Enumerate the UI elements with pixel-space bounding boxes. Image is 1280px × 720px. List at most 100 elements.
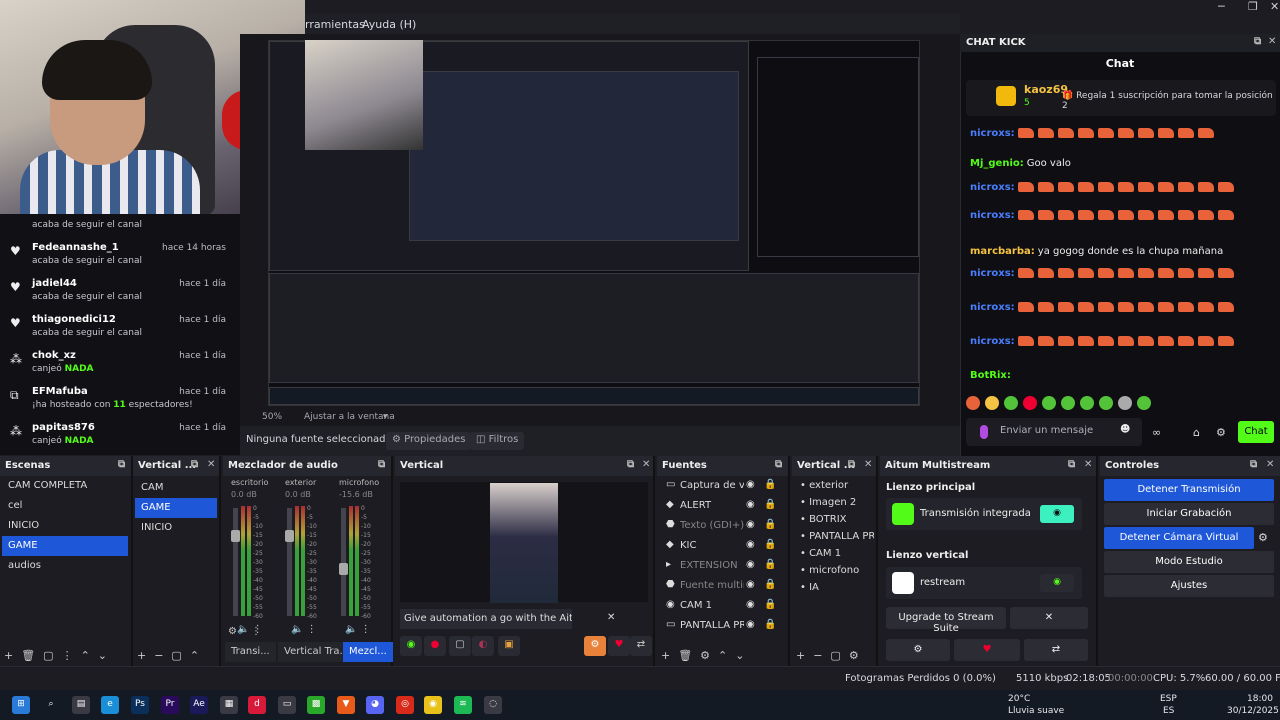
source-item[interactable]: ▸ EXTENSION ◉ 🔒 [664,556,784,576]
lock-icon[interactable]: 🔒 [764,559,776,570]
store-icon[interactable]: ⌂ [1193,426,1200,439]
properties-button[interactable]: ⚙ Propiedades [386,432,472,450]
lock-icon[interactable]: 🔒 [764,519,776,530]
source-item[interactable]: ◆ KIC ◉ 🔒 [664,536,784,556]
chat-username[interactable]: Mj_genio: [970,158,1024,169]
stop-icon[interactable]: ▢ [449,636,471,656]
virtualcam-icon[interactable]: ▣ [498,636,520,656]
edge-icon[interactable]: e [101,696,119,714]
replay-icon[interactable]: ◐ [472,636,494,656]
chat-username[interactable]: nicroxs: [970,336,1015,347]
scene-item[interactable]: audios [2,556,128,576]
chevron-down-icon[interactable]: ▾ [383,412,388,422]
photoshop-icon[interactable]: Ps [131,696,149,714]
chat-username[interactable]: nicroxs: [970,268,1015,279]
eye-icon[interactable]: ◉ [746,579,755,590]
app-icon[interactable]: ▭ [278,696,296,714]
fit-select[interactable]: Ajustar a la ventana [304,412,395,422]
zoom-level[interactable]: 50% [262,412,282,422]
close-icon[interactable]: ✕ [1084,459,1092,470]
aitum-heart-icon[interactable]: ♥ [954,639,1020,661]
banner-close-icon[interactable]: ✕ [607,612,615,623]
source-item[interactable]: ◆ ALERT ◉ 🔒 [664,496,784,516]
chat-username[interactable]: nicroxs: [970,210,1015,221]
mic-icon[interactable] [980,425,988,439]
heart-icon[interactable]: ♥ [608,636,630,656]
scenes-toolbar[interactable]: +🗑▢⋮⌃⌄ [4,649,115,662]
source-item[interactable]: ⬣ Texto (GDI+) ◉ 🔒 [664,516,784,536]
vertical-stream-toggle[interactable]: ◉ [1040,574,1074,592]
lock-icon[interactable]: 🔒 [764,619,776,630]
source-item[interactable]: ▭ PANTALLA PRIN◉ 🔒 [664,616,784,636]
chat-username[interactable]: BotRix: [970,370,1011,381]
brave-icon[interactable]: ▼ [337,696,355,714]
virtualcam-settings-icon[interactable]: ⚙ [1258,531,1268,544]
feed-user[interactable]: Fedeannashe_1 [32,242,119,253]
lock-icon[interactable]: 🔒 [764,479,776,490]
emote-bar[interactable] [966,396,1266,412]
eye-icon[interactable]: ◉ [746,479,755,490]
lock-icon[interactable]: 🔒 [764,599,776,610]
windows-start-icon[interactable]: ⊞ [12,696,30,714]
close-icon[interactable]: ✕ [864,459,872,470]
feed-user[interactable]: papitas876 [32,422,95,433]
fader-knob[interactable] [231,530,240,542]
search-icon[interactable]: ⌕ [42,696,60,714]
vertical-source-item[interactable]: • IA [794,578,874,598]
menu-ayuda[interactable]: Ayuda (H) [362,18,416,31]
vertical-scene-item[interactable]: GAME [135,498,217,518]
lang-primary[interactable]: ESP [1160,694,1177,704]
undock-icon[interactable]: ⧉ [775,459,782,470]
close-button[interactable]: ✕ [1270,0,1279,13]
close-icon[interactable]: ✕ [642,459,650,470]
undock-icon[interactable]: ⧉ [378,459,385,470]
control-button[interactable]: Iniciar Grabación [1104,503,1274,525]
scene-item[interactable]: cel [2,496,128,516]
volume-fader[interactable] [341,508,346,616]
mixer-tab[interactable]: Mezcl... [343,642,393,662]
chrome-icon[interactable]: ◉ [424,696,442,714]
files-icon[interactable]: ▤ [72,696,90,714]
feed-user[interactable]: thiagonedici12 [32,314,116,325]
upgrade-close-icon[interactable]: ✕ [1010,607,1088,629]
chat-username[interactable]: marcbarba: [970,246,1035,257]
volume-fader[interactable] [233,508,238,616]
menu-herramientas[interactable]: rramientas [305,18,365,31]
vertical-preview[interactable] [490,483,558,603]
chat-username[interactable]: nicroxs: [970,302,1015,313]
settings-icon[interactable]: ⚙ [1216,426,1226,439]
undock-icon[interactable]: ⧉ [1250,459,1257,470]
control-button[interactable]: Detener Cámara Virtual [1104,527,1254,549]
speaker-icon[interactable]: 🔈 ⋮ [345,624,371,635]
source-item[interactable]: ▭ Captura de ven◉ 🔒 [664,476,784,496]
mixer-settings-icon[interactable]: ⚙ [228,626,237,637]
control-button[interactable]: Detener Transmisión [1104,479,1274,501]
mixer-tab[interactable]: Transi... [225,642,276,662]
vertical-scene-item[interactable]: CAM [135,478,217,498]
after-effects-icon[interactable]: Ae [190,696,208,714]
speaker-icon[interactable]: 🔈 ⋮ [291,624,317,635]
eye-icon[interactable]: ◉ [746,559,755,570]
fader-knob[interactable] [339,563,348,575]
vertical-scene-item[interactable]: INICIO [135,518,217,538]
emoji-icon[interactable]: ☻ [1120,424,1130,435]
undock-icon[interactable]: ⧉ [118,459,125,470]
spotify-icon[interactable]: ≋ [454,696,472,714]
clock-time[interactable]: 18:00 [1247,694,1273,704]
scene-item[interactable]: CAM COMPLETA [2,476,128,496]
feed-user[interactable]: jadiel44 [32,278,77,289]
source-item[interactable]: ◉ CAM 1 ◉ 🔒 [664,596,784,616]
minecraft-icon[interactable]: ▩ [307,696,325,714]
control-button[interactable]: Modo Estudio [1104,551,1274,573]
source-item[interactable]: ⬣ Fuente multime◉ 🔒 [664,576,784,596]
close-icon[interactable]: ✕ [207,459,215,470]
chat-input[interactable]: Enviar un mensaje ☻ [966,418,1142,446]
app-icon[interactable]: ▦ [220,696,238,714]
discord-icon[interactable]: ◕ [366,696,384,714]
filters-button[interactable]: ◫ Filtros [470,432,525,450]
undock-icon[interactable]: ⧉ [627,459,634,470]
share-icon[interactable]: ⇄ [630,636,652,656]
sources-toolbar[interactable]: +🗑⚙⌃⌄ [661,649,752,662]
feed-user[interactable]: chok_xz [32,350,76,361]
eye-icon[interactable]: ◉ [746,619,755,630]
